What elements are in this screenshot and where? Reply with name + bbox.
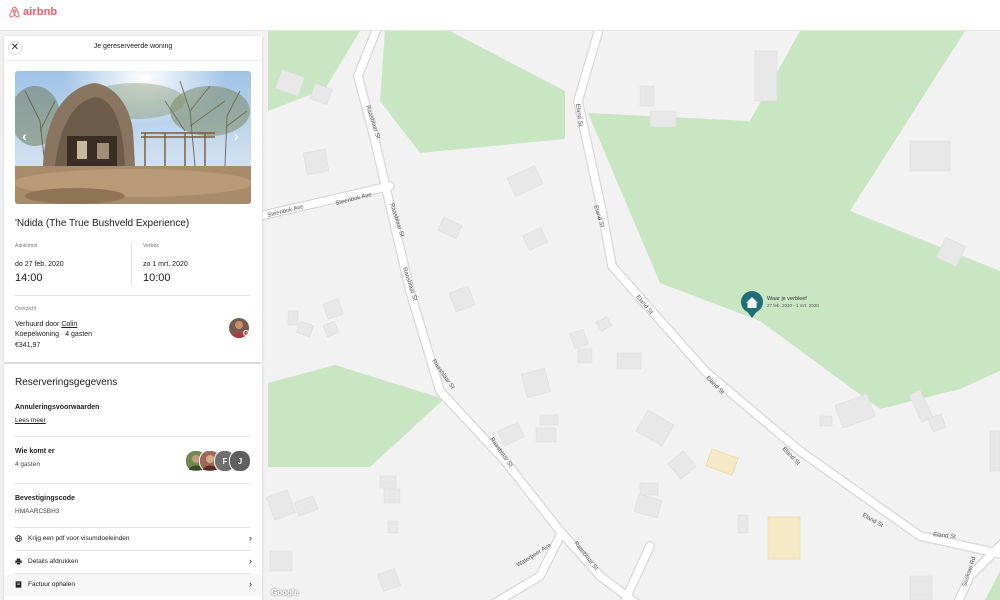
date-divider [131,242,132,286]
visa-pdf-row[interactable]: Krijg een pdf voor visumdoeleinden › [4,528,262,550]
panel-title: Je gereserveerde woning [93,43,173,50]
host-line: Verhuurd door Colin [15,321,77,328]
host-avatar-image [229,318,249,338]
pin-title: Waar je verbleef [767,296,807,302]
google-attribution: Google [271,588,299,597]
top-nav-bar: airbnb [0,0,1000,31]
divider [15,483,251,484]
globe-icon [15,535,22,542]
pin-dates: 27 feb. 2020 - 1 mrt. 2020 [767,303,819,308]
checkin-label: Aankomst [15,243,38,249]
listing-photo-image [15,71,251,204]
host-prefix: Verhuurd door [15,321,60,328]
visa-pdf-label: Krijg een pdf voor visumdoeleinden [28,535,130,542]
guest-avatars[interactable]: F J [185,450,255,472]
checkin-date: do 27 feb. 2020 [15,261,64,268]
chevron-right-icon: › [249,533,252,543]
reservation-panel: ✕ Je gereserveerde woning ‹ › 'Ndida (Th… [4,36,262,600]
chevron-right-icon: › [234,128,239,144]
guests-value: 4 gasten [15,461,40,468]
divider [15,295,251,296]
get-invoice-label: Factuur ophalen [28,581,75,588]
type-guests: Koepelwoning · 4 gasten [15,331,93,338]
airbnb-logo[interactable]: airbnb [9,6,57,18]
airbnb-logo-icon [9,6,20,18]
guest-initial: J [237,456,243,466]
reservation-details-card: Reserveringsgegevens Annuleringsvoorwaar… [4,364,262,600]
checkout-date: zo 1 mrt. 2020 [143,261,188,268]
overview-label: Overzicht [15,306,37,312]
host-avatar[interactable] [229,318,249,338]
get-invoice-row[interactable]: Factuur ophalen › [4,574,262,596]
guest-initial: F [222,456,228,466]
divider [15,436,251,437]
chevron-left-icon: ‹ [22,128,27,144]
listing-photo[interactable] [15,71,251,204]
photo-prev-button[interactable]: ‹ [22,129,27,143]
confirmation-code: HMAARC5BH3 [15,508,60,515]
checkout-label: Vertrek [143,243,159,249]
printer-icon [15,558,22,565]
checkin-time: 14:00 [15,272,43,284]
receipt-icon [15,581,22,588]
chevron-right-icon: › [249,579,252,589]
details-title: Reserveringsgegevens [15,377,118,388]
guests-label: Wie komt er [15,448,55,455]
panel-header: ✕ Je gereserveerde woning [4,36,262,61]
confirmation-label: Bevestigingscode [15,495,75,502]
guest-avatar-j[interactable]: J [229,450,251,472]
listing-title[interactable]: 'Ndida (The True Bushveld Experience) [15,218,189,229]
chevron-right-icon: › [249,556,252,566]
total-price: €341,97 [15,342,41,349]
reservation-card: ✕ Je gereserveerde woning ‹ › 'Ndida (Th… [4,36,262,362]
read-more-link[interactable]: Lees meer [15,417,46,424]
cancellation-label: Annuleringsvoorwaarden [15,404,100,411]
print-details-label: Details afdrukken [28,558,79,565]
print-details-row[interactable]: Details afdrukken › [4,551,262,573]
host-link[interactable]: Colin [61,321,77,328]
brand-name: airbnb [23,6,58,18]
photo-next-button[interactable]: › [234,129,239,143]
checkout-time: 10:00 [143,272,171,284]
